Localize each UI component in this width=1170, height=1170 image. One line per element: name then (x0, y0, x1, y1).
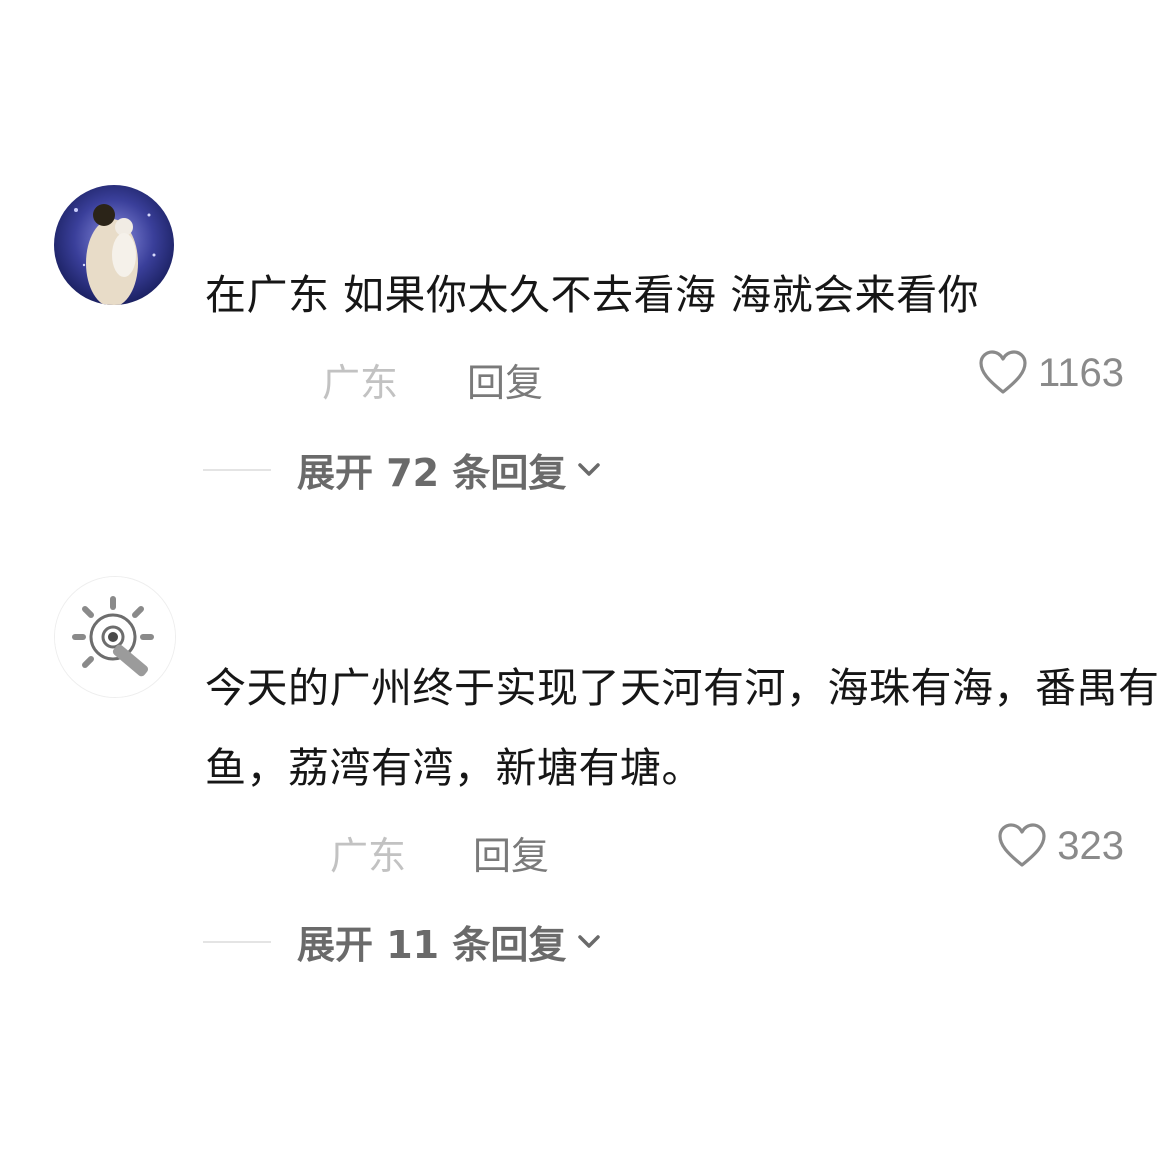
reply-button[interactable]: 回复 (473, 825, 549, 880)
heart-icon (998, 823, 1046, 867)
avatar[interactable] (54, 185, 174, 305)
expand-replies-label: 展开 72 条回复 (297, 451, 567, 495)
chevron-down-icon (578, 462, 601, 476)
like-count: 323 (1057, 823, 1124, 868)
expand-replies-label: 展开 11 条回复 (297, 923, 567, 967)
divider-line (203, 468, 271, 471)
avatar-image (54, 185, 174, 305)
avatar[interactable] (54, 576, 176, 698)
comment-text: 在广东 如果你太久不去看海 海就会来看你 (205, 271, 980, 319)
like-button[interactable]: 1163 (978, 350, 1124, 396)
chevron-down-icon (578, 934, 601, 948)
like-count: 1163 (1037, 350, 1124, 395)
reply-button[interactable]: 回复 (467, 352, 543, 407)
divider-line (203, 940, 271, 943)
comment-location: 广东 (322, 361, 399, 405)
expand-replies-button[interactable]: 展开 72 条回复 (203, 442, 602, 497)
comment-text: 今天的广州终于实现了天河有河，海珠有海，番禺有鱼，荔湾有湾，新塘有塘。 (205, 664, 1160, 792)
expand-replies-button[interactable]: 展开 11 条回复 (203, 914, 602, 969)
avatar-image (55, 577, 175, 697)
like-button[interactable]: 323 (997, 823, 1124, 869)
heart-icon (979, 350, 1027, 394)
comment-location: 广东 (330, 834, 407, 878)
